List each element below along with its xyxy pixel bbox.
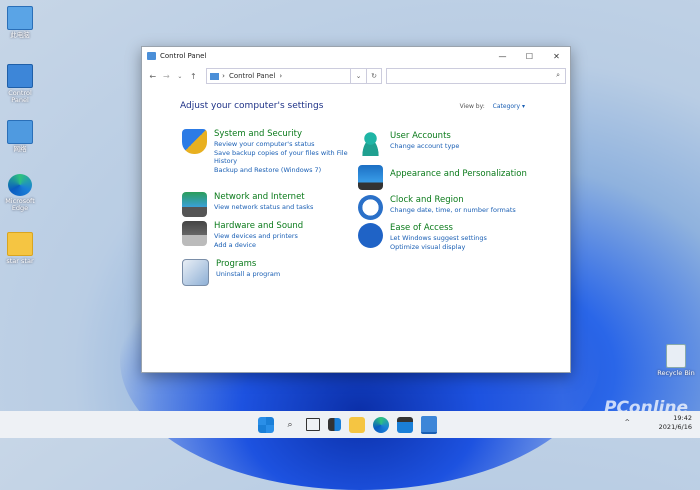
desktop-icon-folder[interactable]: star star xyxy=(2,232,38,265)
minimize-button[interactable]: — xyxy=(489,47,516,65)
edge-icon[interactable] xyxy=(373,416,389,433)
desktop-icon-control-panel[interactable]: Control Panel xyxy=(2,64,38,104)
category-title[interactable]: User Accounts xyxy=(390,131,459,142)
category-ease-of-access: Ease of Access Let Windows suggest setti… xyxy=(358,223,487,251)
desktop-icon-label: Control Panel xyxy=(8,89,32,104)
category-link[interactable]: Optimize visual display xyxy=(390,243,487,252)
monitor-icon xyxy=(358,165,383,190)
desktop-icon-label: 此电脑 xyxy=(10,31,30,39)
task-view-icon[interactable] xyxy=(306,418,320,431)
forward-arrow-icon[interactable]: → xyxy=(160,72,174,81)
window-title: Control Panel xyxy=(160,52,207,60)
category-programs: Programs Uninstall a program xyxy=(182,259,280,286)
clock-date: 2021/6/16 xyxy=(658,423,692,431)
category-link[interactable]: History xyxy=(214,157,348,166)
edge-icon xyxy=(8,174,32,196)
recent-locations-icon[interactable]: ⌄ xyxy=(173,73,187,80)
search-icon[interactable]: ⌕ xyxy=(282,417,298,433)
category-title[interactable]: Appearance and Personalization xyxy=(390,165,527,183)
category-system-security: System and Security Review your computer… xyxy=(182,129,348,174)
address-bar-row: ← → ⌄ ↑ › Control Panel › ⌄ ↻ ⌕ xyxy=(142,65,570,87)
control-panel-icon xyxy=(210,72,220,80)
user-icon xyxy=(358,131,383,156)
category-link[interactable]: Change date, time, or number formats xyxy=(390,206,516,215)
category-hardware-sound: Hardware and Sound View devices and prin… xyxy=(182,221,303,249)
address-input[interactable]: › Control Panel › xyxy=(206,68,352,84)
category-title[interactable]: Network and Internet xyxy=(214,192,313,203)
accessibility-icon xyxy=(358,223,383,248)
category-link[interactable]: Let Windows suggest settings xyxy=(390,234,487,243)
category-appearance: Appearance and Personalization xyxy=(358,165,527,190)
control-panel-icon xyxy=(7,64,33,88)
widgets-icon[interactable] xyxy=(328,418,341,431)
category-link[interactable]: Change account type xyxy=(390,142,459,151)
category-link[interactable]: View network status and tasks xyxy=(214,203,313,212)
search-input[interactable]: ⌕ xyxy=(386,68,567,84)
breadcrumb-control-panel[interactable]: Control Panel xyxy=(229,72,275,80)
category-link[interactable]: Add a device xyxy=(214,241,303,250)
system-tray[interactable]: ^ 19:42 2021/6/16 xyxy=(625,414,692,432)
tray-chevron-icon[interactable]: ^ xyxy=(625,418,630,427)
control-panel-icon xyxy=(147,52,156,60)
recycle-bin-icon xyxy=(666,344,686,368)
category-title[interactable]: Hardware and Sound xyxy=(214,221,303,232)
network-icon xyxy=(7,120,33,144)
clock-time: 19:42 xyxy=(673,414,692,422)
category-title[interactable]: Programs xyxy=(216,259,280,270)
desktop-icon-this-pc[interactable]: 此电脑 xyxy=(2,6,38,39)
up-arrow-icon[interactable]: ↑ xyxy=(187,72,201,81)
network-globe-icon xyxy=(182,192,207,217)
view-by-label: View by: xyxy=(459,103,485,110)
category-link[interactable]: View devices and printers xyxy=(214,232,303,241)
control-panel-icon[interactable] xyxy=(421,415,437,434)
category-title[interactable]: Ease of Access xyxy=(390,223,487,234)
category-link[interactable]: Review your computer's status xyxy=(214,140,348,149)
view-by: View by: Category ▾ xyxy=(460,103,525,110)
search-icon: ⌕ xyxy=(556,71,561,79)
computer-icon xyxy=(7,6,33,30)
maximize-button[interactable]: ☐ xyxy=(516,47,543,65)
taskbar: ⌕ ^ 19:42 2021/6/16 xyxy=(0,411,700,438)
page-title: Adjust your computer's settings xyxy=(180,101,324,111)
refresh-button[interactable]: ↻ xyxy=(366,68,383,84)
breadcrumb-separator: › xyxy=(222,72,225,80)
category-title[interactable]: Clock and Region xyxy=(390,195,516,206)
desktop-icon-edge[interactable]: Microsoft Edge xyxy=(2,174,38,212)
back-arrow-icon[interactable]: ← xyxy=(146,72,160,81)
start-icon[interactable] xyxy=(258,416,274,433)
category-user-accounts: User Accounts Change account type xyxy=(358,131,459,156)
programs-icon xyxy=(182,259,209,286)
desktop-icon-recycle-bin[interactable]: Recycle Bin xyxy=(656,344,696,377)
desktop-icon-label: star star xyxy=(6,257,34,265)
category-link[interactable]: Save backup copies of your files with Fi… xyxy=(214,149,348,158)
desktop-icon-network[interactable]: 网络 xyxy=(2,120,38,153)
view-by-dropdown[interactable]: Category ▾ xyxy=(493,103,525,110)
title-bar[interactable]: Control Panel — ☐ ✕ xyxy=(142,47,570,65)
address-dropdown-button[interactable]: ⌄ xyxy=(351,68,367,84)
breadcrumb-separator: › xyxy=(279,72,283,80)
category-link[interactable]: Uninstall a program xyxy=(216,270,280,279)
desktop-icon-label: Microsoft Edge xyxy=(5,197,35,212)
category-clock-region: Clock and Region Change date, time, or n… xyxy=(358,195,516,220)
clock-icon xyxy=(358,195,383,220)
category-network-internet: Network and Internet View network status… xyxy=(182,192,313,217)
shield-icon xyxy=(182,129,207,154)
desktop-icon-label: Recycle Bin xyxy=(657,369,695,377)
category-title[interactable]: System and Security xyxy=(214,129,348,140)
refresh-icon: ↻ xyxy=(371,72,377,80)
printer-icon xyxy=(182,221,207,246)
file-explorer-icon[interactable] xyxy=(349,416,365,433)
folder-icon xyxy=(7,232,33,256)
control-panel-window: Control Panel — ☐ ✕ ← → ⌄ ↑ › Control Pa… xyxy=(141,46,571,373)
store-icon[interactable] xyxy=(397,416,413,433)
category-link[interactable]: Backup and Restore (Windows 7) xyxy=(214,166,348,175)
desktop-icon-label: 网络 xyxy=(13,145,27,153)
close-button[interactable]: ✕ xyxy=(543,47,570,65)
chevron-down-icon: ⌄ xyxy=(355,72,362,80)
